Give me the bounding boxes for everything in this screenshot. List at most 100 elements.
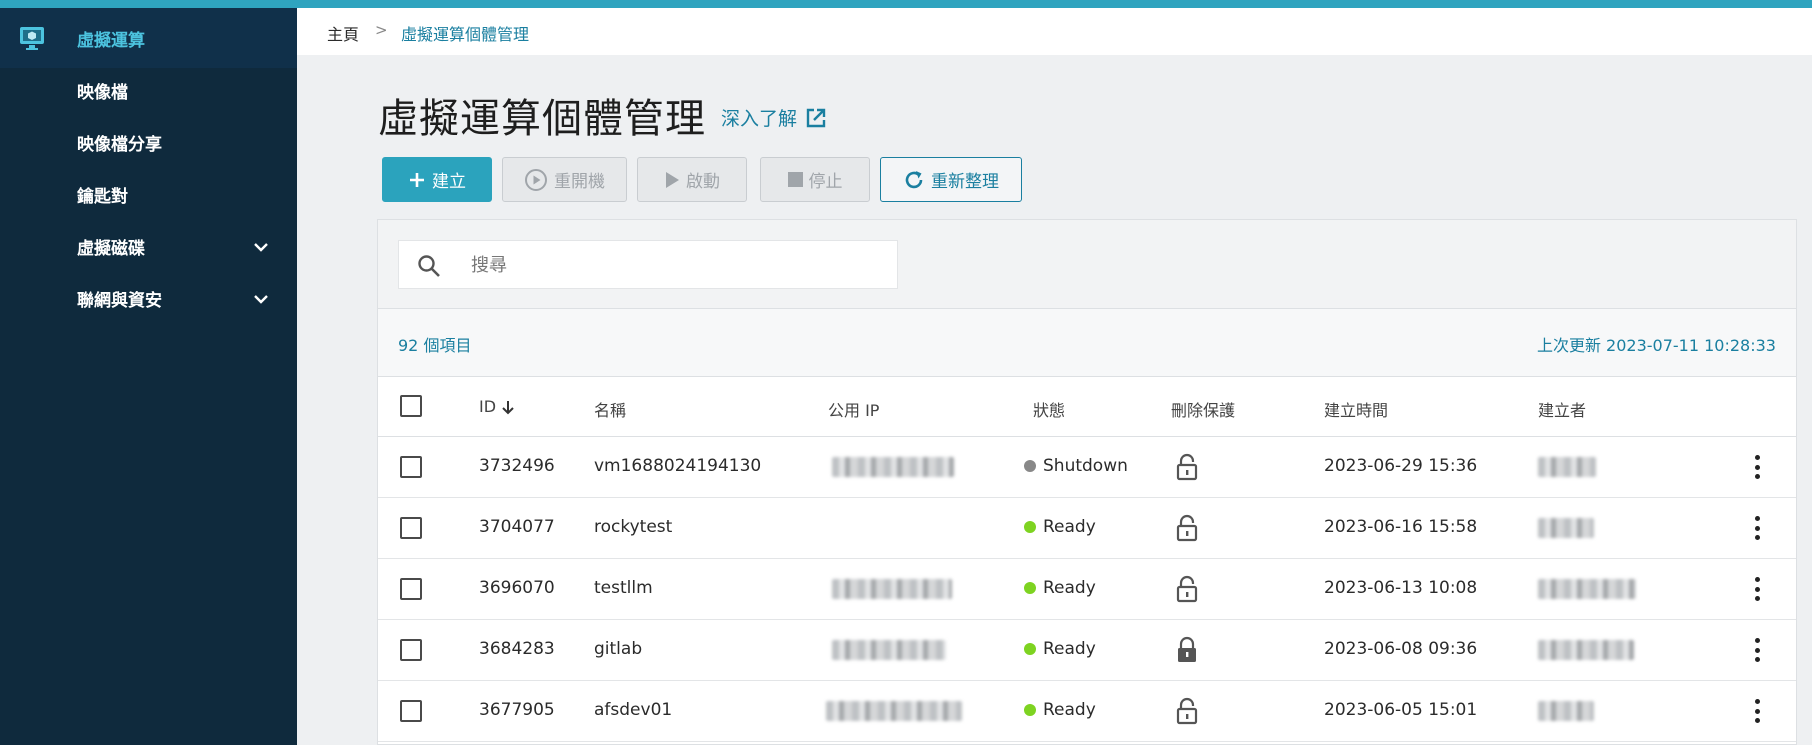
sidebar-item-image-sharing[interactable]: 映像檔分享 bbox=[0, 112, 297, 172]
sidebar-item-networking-security[interactable]: 聯網與資安 bbox=[0, 268, 297, 328]
cell-created-at: 2023-06-05 15:01 bbox=[1324, 700, 1478, 720]
row-actions-kebab-icon[interactable] bbox=[1753, 516, 1761, 540]
sidebar-item-label: 虛擬磁碟 bbox=[77, 238, 145, 259]
select-all-checkbox[interactable] bbox=[400, 395, 422, 417]
status-dot-icon bbox=[1024, 582, 1036, 594]
create-button-label: 建立 bbox=[432, 172, 466, 192]
table-row[interactable]: 3684283 gitlab Ready 2023-06-08 09:36 bbox=[378, 620, 1796, 681]
redacted-creator bbox=[1538, 518, 1594, 538]
row-actions-kebab-icon[interactable] bbox=[1753, 455, 1761, 479]
column-header-created-at[interactable]: 建立時間 bbox=[1324, 397, 1388, 421]
page-title: 虛擬運算個體管理 bbox=[378, 96, 706, 142]
create-button[interactable]: 建立 bbox=[382, 157, 492, 202]
table-header: ID 名稱 公用 IP 狀態 刪除保護 建立時間 建立者 bbox=[378, 377, 1796, 437]
redacted-public-ip bbox=[832, 579, 952, 599]
row-actions-kebab-icon[interactable] bbox=[1753, 577, 1761, 601]
row-checkbox[interactable] bbox=[400, 700, 422, 722]
search-input[interactable] bbox=[471, 251, 871, 279]
cell-name[interactable]: rockytest bbox=[594, 517, 672, 537]
reboot-button[interactable]: 重開機 bbox=[502, 157, 627, 202]
start-button[interactable]: 啟動 bbox=[637, 157, 747, 202]
redacted-creator bbox=[1538, 640, 1634, 660]
chevron-down-icon bbox=[254, 243, 268, 252]
cell-created-at: 2023-06-16 15:58 bbox=[1324, 517, 1478, 537]
cell-name[interactable]: gitlab bbox=[594, 639, 642, 659]
sidebar-item-label: 聯網與資安 bbox=[77, 290, 162, 311]
refresh-icon bbox=[905, 170, 923, 188]
stop-button[interactable]: 停止 bbox=[760, 157, 870, 202]
row-actions-kebab-icon[interactable] bbox=[1753, 638, 1761, 662]
play-icon bbox=[666, 171, 679, 188]
status-dot-icon bbox=[1024, 521, 1036, 533]
redacted-creator bbox=[1538, 579, 1636, 599]
row-checkbox[interactable] bbox=[400, 456, 422, 478]
table-row[interactable]: 3677905 afsdev01 Ready 2023-06-05 15:01 bbox=[378, 681, 1796, 742]
unlock-icon[interactable] bbox=[1176, 575, 1198, 603]
sidebar-item-key-pairs[interactable]: 鑰匙對 bbox=[0, 164, 297, 224]
breadcrumb-home[interactable]: 主頁 bbox=[327, 21, 359, 45]
sidebar: 虛擬運算 映像檔 映像檔分享 鑰匙對 虛擬磁碟 聯網與資安 bbox=[0, 8, 297, 745]
breadcrumb: 主頁 > 虛擬運算個體管理 bbox=[297, 8, 1812, 55]
column-header-name[interactable]: 名稱 bbox=[594, 397, 626, 421]
unlock-icon[interactable] bbox=[1176, 697, 1198, 725]
cell-name[interactable]: afsdev01 bbox=[594, 700, 672, 720]
redacted-public-ip bbox=[832, 457, 954, 477]
cell-status: Ready bbox=[1024, 578, 1096, 598]
table-row[interactable]: 3732496 vm1688024194130 Shutdown 2023-06… bbox=[378, 437, 1796, 498]
status-dot-icon bbox=[1024, 643, 1036, 655]
play-circle-icon bbox=[525, 168, 547, 191]
breadcrumb-separator: > bbox=[375, 21, 388, 39]
plus-icon bbox=[410, 172, 424, 187]
row-checkbox[interactable] bbox=[400, 578, 422, 600]
column-header-id[interactable]: ID bbox=[479, 397, 516, 416]
cell-created-at: 2023-06-13 10:08 bbox=[1324, 578, 1478, 598]
cell-created-at: 2023-06-29 15:36 bbox=[1324, 456, 1478, 476]
unlock-icon[interactable] bbox=[1176, 453, 1198, 481]
sort-down-arrow-icon bbox=[502, 400, 514, 414]
last-updated: 上次更新 2023-07-11 10:28:33 bbox=[1536, 336, 1776, 355]
redacted-public-ip bbox=[832, 640, 946, 660]
sidebar-item-virtual-disks[interactable]: 虛擬磁碟 bbox=[0, 216, 297, 276]
table-row[interactable]: 3696070 testllm Ready 2023-06-13 10:08 bbox=[378, 559, 1796, 620]
status-label: Ready bbox=[1043, 578, 1096, 598]
row-actions-kebab-icon[interactable] bbox=[1753, 699, 1761, 723]
chevron-down-icon bbox=[254, 295, 268, 304]
cell-status: Ready bbox=[1024, 639, 1096, 659]
cell-id: 3732496 bbox=[479, 456, 555, 476]
row-checkbox[interactable] bbox=[400, 639, 422, 661]
row-checkbox[interactable] bbox=[400, 517, 422, 539]
table-row[interactable]: 3704077 rockytest Ready 2023-06-16 15:58 bbox=[378, 498, 1796, 559]
column-header-delete-protection[interactable]: 刪除保護 bbox=[1171, 397, 1235, 421]
status-label: Ready bbox=[1043, 517, 1096, 537]
status-dot-icon bbox=[1024, 460, 1036, 472]
reboot-button-label: 重開機 bbox=[554, 172, 605, 192]
sidebar-item-label: 映像檔分享 bbox=[77, 134, 162, 155]
status-label: Shutdown bbox=[1043, 456, 1128, 476]
breadcrumb-current[interactable]: 虛擬運算個體管理 bbox=[401, 21, 529, 45]
cell-created-at: 2023-06-08 09:36 bbox=[1324, 639, 1478, 659]
refresh-button[interactable]: 重新整理 bbox=[880, 157, 1022, 202]
column-header-public-ip[interactable]: 公用 IP bbox=[828, 397, 879, 421]
column-header-status[interactable]: 狀態 bbox=[1033, 397, 1065, 421]
lock-icon[interactable] bbox=[1176, 636, 1198, 664]
cell-id: 3696070 bbox=[479, 578, 555, 598]
summary-bar: 92 個項目 上次更新 2023-07-11 10:28:33 bbox=[378, 309, 1796, 377]
cell-name[interactable]: testllm bbox=[594, 578, 653, 598]
learn-more-link[interactable]: 深入了解 bbox=[721, 104, 827, 131]
sidebar-item-virtual-compute[interactable]: 虛擬運算 bbox=[0, 8, 297, 68]
cell-name[interactable]: vm1688024194130 bbox=[594, 456, 761, 476]
status-label: Ready bbox=[1043, 700, 1096, 720]
redacted-public-ip bbox=[826, 701, 962, 721]
item-count: 92 個項目 bbox=[398, 336, 472, 355]
search-box[interactable] bbox=[398, 240, 898, 289]
external-link-icon bbox=[806, 108, 826, 127]
sidebar-item-images[interactable]: 映像檔 bbox=[0, 60, 297, 120]
top-accent-bar bbox=[0, 0, 1812, 8]
unlock-icon[interactable] bbox=[1176, 514, 1198, 542]
sidebar-item-label: 映像檔 bbox=[77, 82, 128, 103]
redacted-creator bbox=[1538, 701, 1594, 721]
stop-icon bbox=[787, 172, 803, 187]
cell-id: 3684283 bbox=[479, 639, 555, 659]
column-header-creator[interactable]: 建立者 bbox=[1538, 397, 1586, 421]
start-button-label: 啟動 bbox=[686, 172, 720, 192]
